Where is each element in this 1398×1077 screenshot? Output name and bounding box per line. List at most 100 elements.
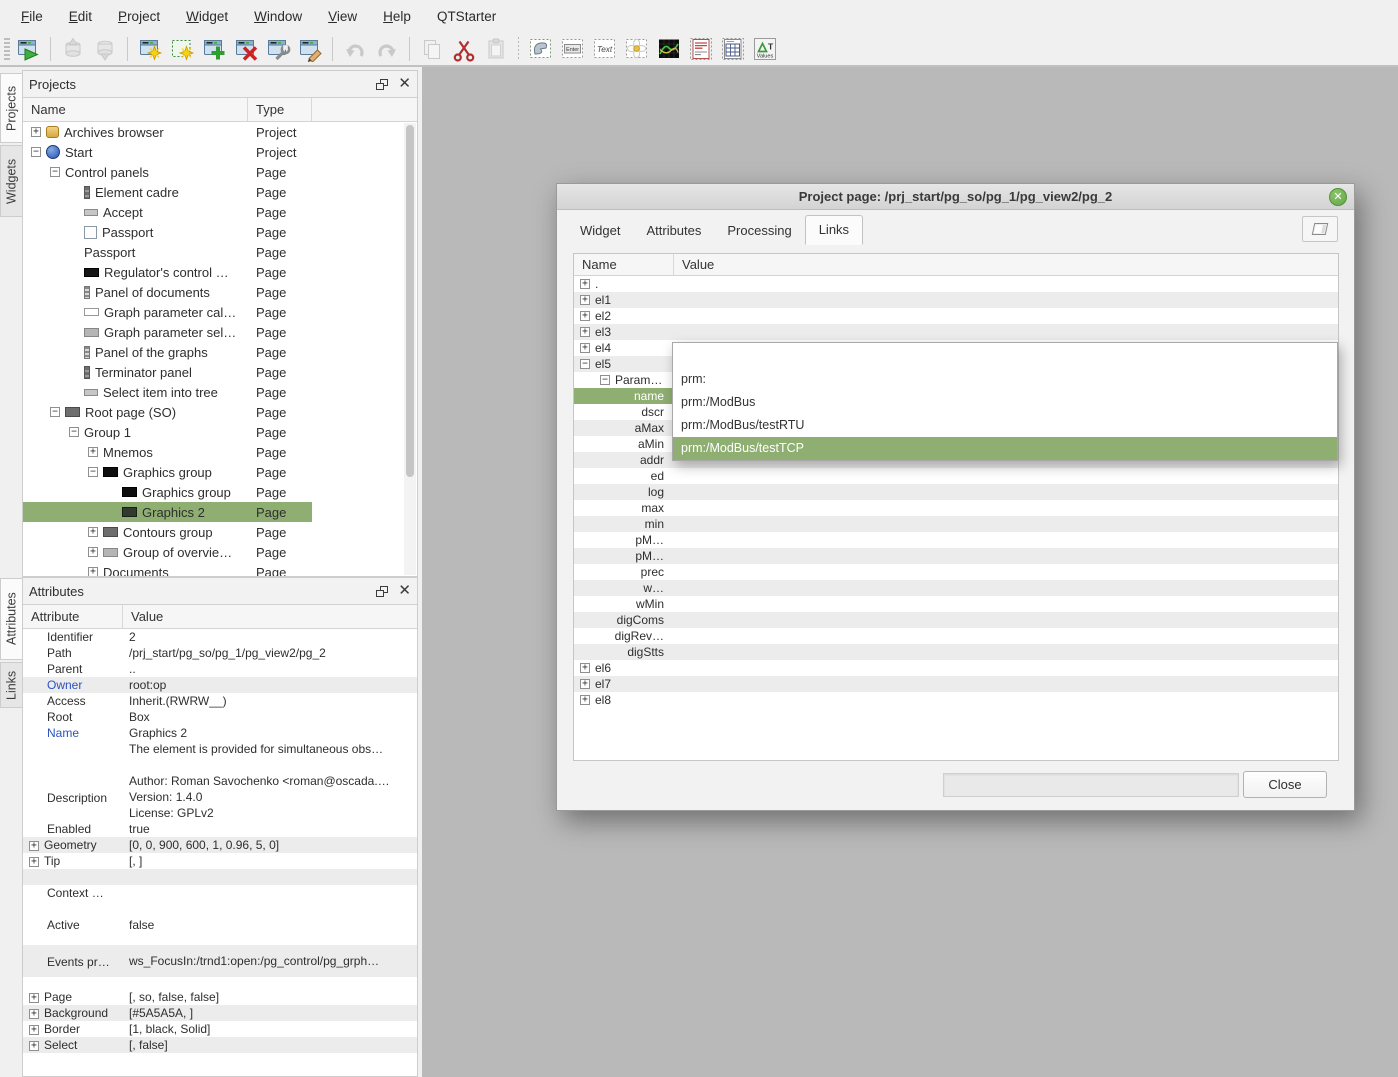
new-project-icon[interactable] — [136, 35, 164, 63]
project-tree-row[interactable]: AcceptPage — [23, 202, 417, 222]
tree-expander-icon[interactable]: + — [29, 1025, 39, 1035]
link-tree-row[interactable]: pM… — [574, 532, 1338, 548]
tree-expander-icon[interactable]: − — [600, 375, 610, 385]
project-tree-row[interactable]: Regulator's control …Page — [23, 262, 417, 282]
dropdown-option[interactable]: prm: — [673, 368, 1337, 391]
tree-expander-icon[interactable]: − — [88, 467, 98, 477]
link-tree-row[interactable]: +el3 — [574, 324, 1338, 340]
link-tree-row[interactable]: +el6 — [574, 660, 1338, 676]
side-tab-widgets[interactable]: Widgets — [0, 145, 22, 217]
text-icon[interactable]: Text — [591, 35, 619, 63]
link-tree-row[interactable]: w… — [574, 580, 1338, 596]
dropdown-option[interactable]: prm:/ModBus/testTCP — [673, 437, 1337, 460]
link-tree-row[interactable]: ed — [574, 468, 1338, 484]
attribute-row[interactable]: +Border[1, black, Solid] — [23, 1021, 417, 1037]
menu-item-project[interactable]: Project — [105, 5, 173, 28]
side-tab-attributes[interactable]: Attributes — [0, 578, 22, 660]
project-tree-row[interactable]: Select item into treePage — [23, 382, 417, 402]
tree-expander-icon[interactable]: − — [31, 147, 41, 157]
link-tree-row[interactable]: pM… — [574, 548, 1338, 564]
tree-expander-icon[interactable]: + — [88, 447, 98, 457]
attribute-row[interactable]: NameGraphics 2 — [23, 725, 417, 741]
tree-expander-icon[interactable]: + — [580, 695, 590, 705]
project-tree-row[interactable]: Graphics groupPage — [23, 482, 417, 502]
project-tree-row[interactable]: −Root page (SO)Page — [23, 402, 417, 422]
attribute-row[interactable]: +Geometry[0, 0, 900, 600, 1, 0.96, 5, 0] — [23, 837, 417, 853]
link-tree-row[interactable]: +el2 — [574, 308, 1338, 324]
menu-item-qtstarter[interactable]: QTStarter — [424, 5, 509, 28]
tree-expander-icon[interactable]: + — [88, 567, 98, 576]
tree-expander-icon[interactable]: + — [580, 679, 590, 689]
project-tree-row[interactable]: Terminator panelPage — [23, 362, 417, 382]
dialog-tab-processing[interactable]: Processing — [714, 217, 804, 245]
projects-scrollbar[interactable] — [404, 123, 416, 575]
menu-item-window[interactable]: Window — [241, 5, 315, 28]
values-icon[interactable]: TValues — [751, 35, 779, 63]
tree-expander-icon[interactable]: + — [580, 279, 590, 289]
project-tree-row[interactable]: −StartProject — [23, 142, 417, 162]
links-col-value[interactable]: Value — [674, 254, 1338, 275]
menu-item-edit[interactable]: Edit — [56, 5, 105, 28]
cut-icon[interactable] — [450, 35, 478, 63]
media-icon[interactable] — [623, 35, 651, 63]
tree-expander-icon[interactable]: + — [580, 327, 590, 337]
project-tree-row[interactable]: PassportPage — [23, 242, 417, 262]
attribute-row[interactable]: Events pr…ws_FocusIn:/trnd1:open:/pg_con… — [23, 945, 417, 977]
tree-expander-icon[interactable]: + — [29, 993, 39, 1003]
dialog-tab-links[interactable]: Links — [805, 215, 863, 245]
project-tree-row[interactable]: Graphics 2Page — [23, 502, 417, 522]
menu-item-widget[interactable]: Widget — [173, 5, 241, 28]
attribute-row[interactable]: Enabledtrue — [23, 821, 417, 837]
link-tree-row[interactable]: max — [574, 500, 1338, 516]
project-tree-row[interactable]: −Control panelsPage — [23, 162, 417, 182]
project-tree-row[interactable]: +Group of overvie…Page — [23, 542, 417, 562]
link-tree-row[interactable]: wMin — [574, 596, 1338, 612]
attribute-row[interactable]: Ownerroot:op — [23, 677, 417, 693]
project-tree-row[interactable]: Panel of the graphsPage — [23, 342, 417, 362]
tree-expander-icon[interactable]: − — [50, 407, 60, 417]
project-tree-row[interactable]: Graph parameter sel…Page — [23, 322, 417, 342]
dialog-tab-widget[interactable]: Widget — [567, 217, 633, 245]
attribute-row[interactable]: +Select[, false] — [23, 1037, 417, 1053]
elfigure-icon[interactable] — [527, 35, 555, 63]
dialog-close-icon[interactable]: ✕ — [1329, 188, 1347, 206]
link-tree-row[interactable]: min — [574, 516, 1338, 532]
tree-expander-icon[interactable]: + — [88, 527, 98, 537]
attribute-row[interactable]: +Page[, so, false, false] — [23, 989, 417, 1005]
project-tree-row[interactable]: Panel of documentsPage — [23, 282, 417, 302]
project-tree-row[interactable]: +Contours groupPage — [23, 522, 417, 542]
link-tree-row[interactable]: +el1 — [574, 292, 1338, 308]
link-tree-row[interactable]: digComs — [574, 612, 1338, 628]
project-tree-row[interactable]: +Archives browserProject — [23, 122, 417, 142]
dropdown-option[interactable] — [673, 343, 1337, 368]
projects-col-type[interactable]: Type — [248, 98, 312, 121]
table-icon[interactable] — [719, 35, 747, 63]
tree-expander-icon[interactable]: + — [580, 663, 590, 673]
delete-item-icon[interactable] — [232, 35, 260, 63]
links-col-name[interactable]: Name — [574, 254, 674, 275]
attributes-col-attribute[interactable]: Attribute — [23, 605, 123, 628]
attribute-row[interactable]: Context … — [23, 885, 417, 901]
projects-col-name[interactable]: Name — [23, 98, 248, 121]
project-load-icon[interactable] — [14, 35, 42, 63]
tree-expander-icon[interactable]: − — [69, 427, 79, 437]
project-tree-row[interactable]: −Graphics groupPage — [23, 462, 417, 482]
project-tree-row[interactable]: +MnemosPage — [23, 442, 417, 462]
attribute-row[interactable]: AccessInherit.(RWRW__) — [23, 693, 417, 709]
link-tree-row[interactable]: prec — [574, 564, 1338, 580]
menu-item-view[interactable]: View — [315, 5, 370, 28]
menu-item-file[interactable]: File — [8, 5, 56, 28]
tree-expander-icon[interactable]: + — [29, 1041, 39, 1051]
tree-expander-icon[interactable]: + — [580, 311, 590, 321]
dialog-tab-attributes[interactable]: Attributes — [633, 217, 714, 245]
attribute-row[interactable]: Parent.. — [23, 661, 417, 677]
attribute-row[interactable]: Activefalse — [23, 917, 417, 933]
project-tree-row[interactable]: PassportPage — [23, 222, 417, 242]
menu-item-help[interactable]: Help — [370, 5, 424, 28]
project-tree-row[interactable]: +DocumentsPage — [23, 562, 417, 576]
item-properties-icon[interactable] — [264, 35, 292, 63]
project-tree-row[interactable]: Element cadrePage — [23, 182, 417, 202]
diagram-icon[interactable] — [655, 35, 683, 63]
float-panel-icon[interactable] — [376, 586, 388, 597]
side-tab-projects[interactable]: Projects — [0, 73, 22, 143]
